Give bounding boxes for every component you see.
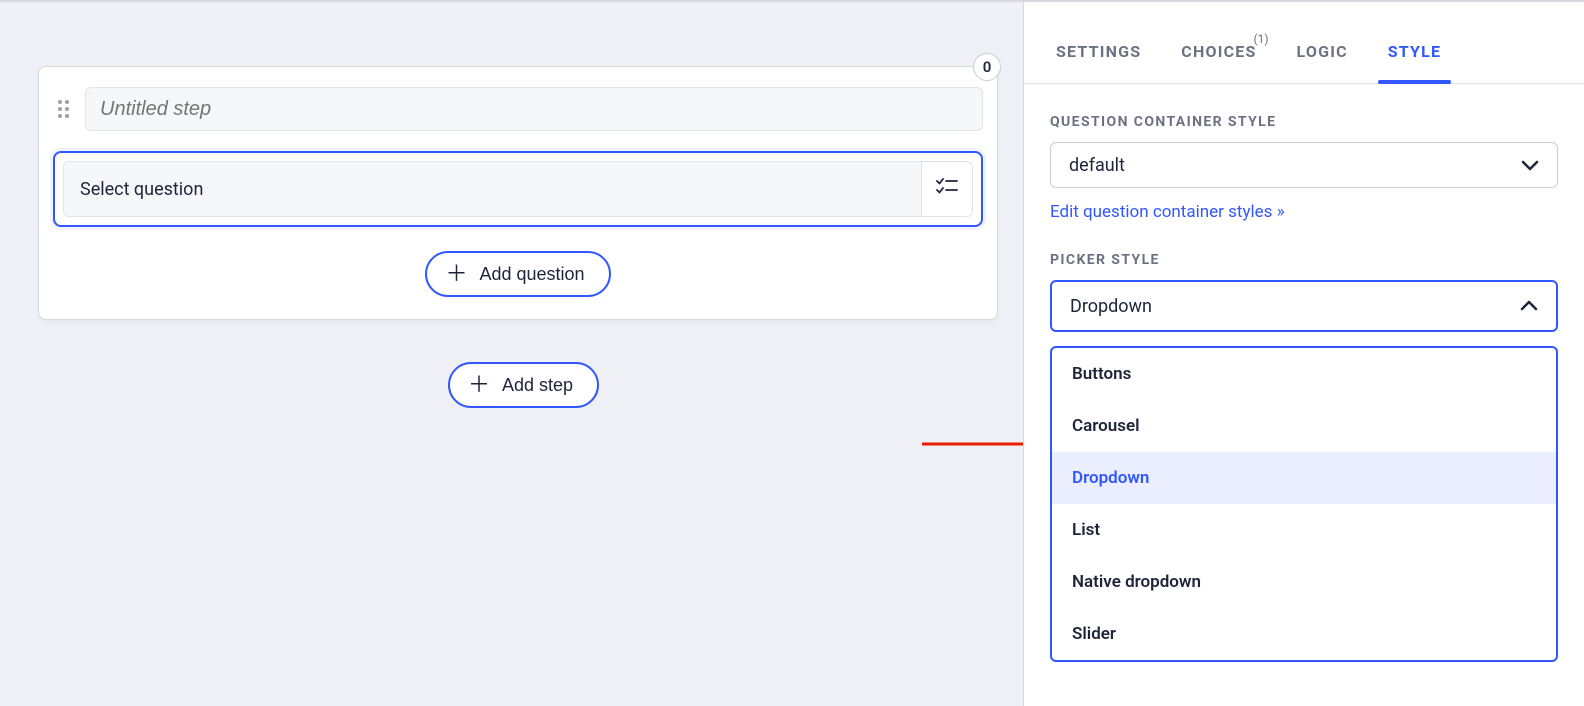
picker-option-dropdown[interactable]: Dropdown [1052,452,1556,504]
step-title-input[interactable] [85,87,983,131]
add-question-button[interactable]: ＋ Add question [425,251,610,297]
container-style-select[interactable]: default [1050,142,1558,188]
app-root: 0 Select question [0,0,1584,706]
option-label: Dropdown [1072,468,1149,488]
picker-option-slider[interactable]: Slider [1052,608,1556,660]
edit-container-styles-link[interactable]: Edit question container styles » [1050,202,1285,222]
chevron-down-icon [1521,159,1539,171]
chevron-up-icon [1520,300,1538,312]
option-label: Carousel [1072,416,1140,436]
add-step-label: Add step [502,375,573,396]
option-label: List [1072,520,1100,540]
question-placeholder: Select question [80,179,203,200]
properties-sidebar: SETTINGS CHOICES (1) LOGIC STYLE QUESTIO… [1024,2,1584,706]
picker-style-value: Dropdown [1070,296,1152,317]
sidebar-tabs: SETTINGS CHOICES (1) LOGIC STYLE [1024,2,1584,84]
drag-handle-icon[interactable] [53,99,73,119]
add-question-label: Add question [479,264,584,285]
add-step-button[interactable]: ＋ Add step [448,362,599,408]
tab-settings[interactable]: SETTINGS [1036,42,1161,83]
form-canvas: 0 Select question [0,2,1024,706]
annotation-arrow [920,434,1024,454]
picker-option-buttons[interactable]: Buttons [1052,348,1556,400]
question-type-button[interactable] [921,161,973,217]
plus-icon: ＋ [468,374,490,396]
picker-style-select[interactable]: Dropdown [1050,280,1558,332]
step-title-row [53,87,983,131]
tab-choices[interactable]: CHOICES (1) [1161,42,1276,83]
tab-label: STYLE [1388,42,1441,61]
question-count-value: 0 [983,58,992,76]
tab-badge: (1) [1253,32,1268,46]
tab-style[interactable]: STYLE [1368,42,1461,83]
question-text-input[interactable]: Select question [63,161,921,217]
plus-icon: ＋ [445,263,467,285]
style-panel: QUESTION CONTAINER STYLE default Edit qu… [1024,84,1584,692]
question-block[interactable]: Select question [53,151,983,227]
checklist-icon [936,177,958,201]
tab-label: SETTINGS [1056,42,1141,61]
picker-option-list[interactable]: List [1052,504,1556,556]
option-label: Buttons [1072,364,1131,384]
question-count-badge: 0 [973,53,1001,81]
tab-label: CHOICES [1181,42,1256,61]
picker-option-carousel[interactable]: Carousel [1052,400,1556,452]
picker-style-dropdown-menu: Buttons Carousel Dropdown List Native dr… [1050,346,1558,662]
tab-label: LOGIC [1297,42,1348,61]
tab-logic[interactable]: LOGIC [1277,42,1368,83]
picker-style-label: PICKER STYLE [1050,252,1558,268]
container-style-value: default [1069,155,1125,176]
option-label: Native dropdown [1072,572,1201,592]
picker-option-native-dropdown[interactable]: Native dropdown [1052,556,1556,608]
option-label: Slider [1072,624,1116,644]
container-style-label: QUESTION CONTAINER STYLE [1050,114,1558,130]
step-card: 0 Select question [38,66,998,320]
